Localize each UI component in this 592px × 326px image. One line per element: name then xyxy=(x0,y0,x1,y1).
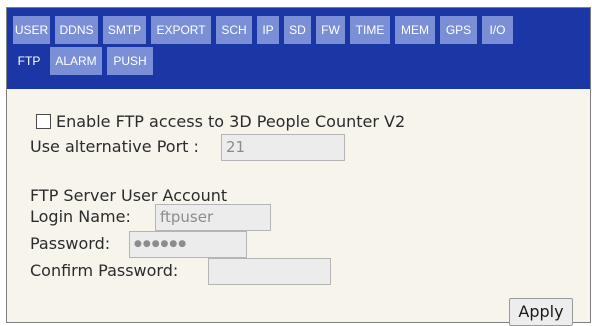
alternative-port-label: Use alternative Port : xyxy=(30,137,199,156)
tab-fw[interactable]: FW xyxy=(316,16,345,44)
tab-ddns[interactable]: DDNS xyxy=(55,16,98,44)
tab-alarm[interactable]: ALARM xyxy=(50,47,102,75)
tab-ftp[interactable]: FTP xyxy=(13,47,45,75)
password-label: Password: xyxy=(30,234,111,253)
tab-io[interactable]: I/O xyxy=(482,16,513,44)
ftp-account-heading: FTP Server User Account xyxy=(30,186,228,205)
tab-user[interactable]: USER xyxy=(13,16,50,44)
login-name-label: Login Name: xyxy=(30,207,131,226)
apply-button[interactable]: Apply xyxy=(509,298,573,326)
alternative-port-input[interactable]: 21 xyxy=(221,134,345,161)
login-name-input[interactable]: ftpuser xyxy=(155,204,271,231)
tab-sch[interactable]: SCH xyxy=(216,16,252,44)
enable-ftp-label: Enable FTP access to 3D People Counter V… xyxy=(56,112,406,131)
tab-mem[interactable]: MEM xyxy=(395,16,435,44)
tab-export[interactable]: EXPORT xyxy=(151,16,211,44)
tab-sd[interactable]: SD xyxy=(284,16,311,44)
tab-smtp[interactable]: SMTP xyxy=(103,16,146,44)
tab-time[interactable]: TIME xyxy=(350,16,390,44)
confirm-password-input[interactable] xyxy=(208,258,331,285)
ftp-settings-window: USER DDNS SMTP EXPORT SCH IP SD FW TIME … xyxy=(6,7,591,326)
password-input[interactable]: ●●●●●● xyxy=(129,231,247,258)
tab-ip[interactable]: IP xyxy=(257,16,279,44)
enable-ftp-checkbox[interactable] xyxy=(36,114,51,129)
tab-gps[interactable]: GPS xyxy=(440,16,477,44)
confirm-password-label: Confirm Password: xyxy=(30,261,179,280)
ftp-settings-panel: Enable FTP access to 3D People Counter V… xyxy=(7,89,590,326)
tab-push[interactable]: PUSH xyxy=(107,47,153,75)
tab-bar: USER DDNS SMTP EXPORT SCH IP SD FW TIME … xyxy=(7,8,590,89)
